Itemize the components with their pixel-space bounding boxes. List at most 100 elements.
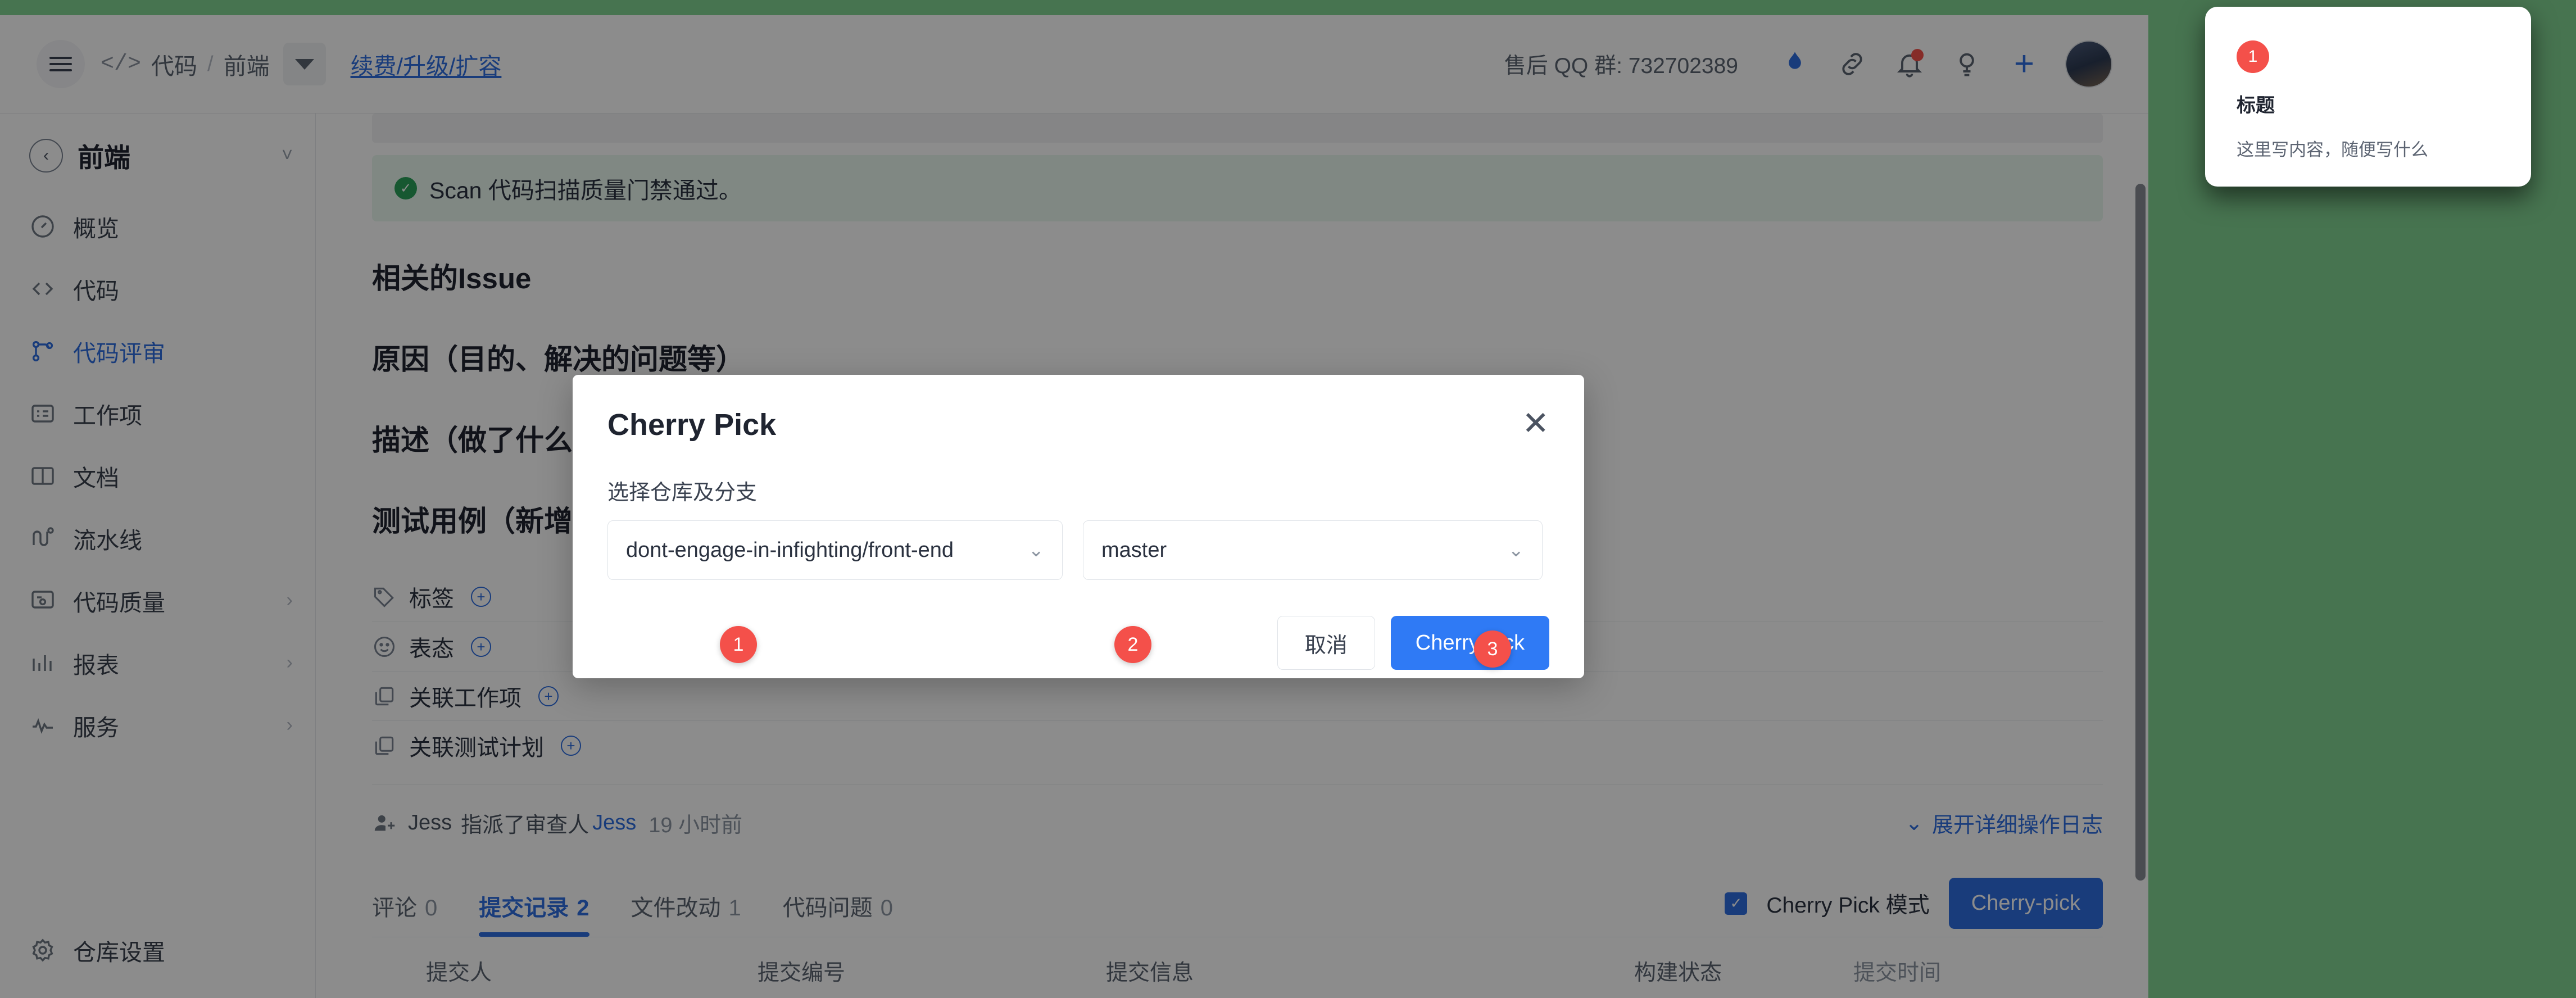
tab-label: 评论	[372, 896, 417, 920]
cherry-pick-mode-checkbox[interactable]: ✓	[1725, 892, 1748, 915]
tab-count: 2	[577, 896, 589, 920]
plus-icon[interactable]: +	[2000, 40, 2048, 88]
sidebar-item-docs[interactable]: 文档	[0, 444, 315, 507]
link-items-icon	[372, 733, 397, 758]
sidebar-item-label: 工作项	[73, 402, 142, 429]
breadcrumb-root[interactable]: 代码	[151, 47, 197, 81]
branch-select[interactable]: master ⌄	[1083, 520, 1543, 580]
merge-request-icon	[29, 338, 56, 365]
cancel-button[interactable]: 取消	[1277, 616, 1375, 670]
code-icon	[29, 275, 56, 302]
tab-comments[interactable]: 评论 0	[372, 890, 437, 937]
chevron-down-icon: ⌄	[1508, 539, 1525, 561]
chevron-down-icon[interactable]	[283, 43, 326, 85]
branch-select-value: master	[1101, 538, 1167, 562]
sidebar-item-label: 代码	[73, 278, 119, 304]
expand-detail-log-link[interactable]: ⌄ 展开详细操作日志	[1905, 808, 2103, 838]
add-icon[interactable]: +	[561, 735, 581, 756]
add-icon[interactable]: +	[538, 686, 559, 706]
tab-commits[interactable]: 提交记录 2	[479, 890, 589, 937]
bell-icon[interactable]	[1885, 40, 1934, 88]
chevron-down-icon[interactable]: ˅	[282, 144, 293, 166]
table-header-row: 提交人 提交编号 提交信息 构建状态 提交时间	[372, 937, 2103, 998]
tabs: 评论 0 提交记录 2 文件改动 1 代码问题 0 ✓ Cherry Pick 模式 C…	[372, 878, 2103, 937]
upgrade-link[interactable]: 续费/升级/扩容	[351, 47, 502, 81]
step-badge-3: 3	[1474, 630, 1511, 668]
section-heading-issue: 相关的Issue	[372, 262, 532, 294]
confirm-cherry-pick-button[interactable]: Cherry-pick	[1390, 616, 1549, 670]
sidebar-item-label: 文档	[73, 465, 119, 491]
tab-label: 文件改动	[631, 896, 721, 920]
add-icon[interactable]: +	[471, 636, 491, 657]
meta-row-label: 关联工作项	[409, 686, 521, 711]
top-bar: </> 代码 / 前端 续费/升级/扩容 售后 QQ 群: 732702389 …	[0, 15, 2148, 114]
tabs-right-actions: ✓ Cherry Pick 模式 Cherry-pick	[1725, 878, 2103, 937]
sidebar-project-title: 前端	[78, 143, 130, 173]
tooltip-title: 标题	[2237, 95, 2275, 116]
activity-target[interactable]: Jess	[592, 811, 636, 835]
sidebar-item-services[interactable]: 服务 ›	[0, 694, 315, 756]
cloud-icon[interactable]	[1771, 40, 1819, 88]
close-icon[interactable]: ✕	[1522, 407, 1549, 440]
sidebar-item-work-items[interactable]: 工作项	[0, 382, 315, 444]
sidebar-item-repo-settings[interactable]: 仓库设置	[0, 919, 315, 981]
commits-table: 提交人 提交编号 提交信息 构建状态 提交时间 ✓ Ka Katherine	[372, 937, 2103, 998]
dialog-header: Cherry Pick ✕	[607, 375, 1549, 442]
pipeline-icon	[29, 525, 56, 552]
dialog-fields: dont-engage-in-infighting/front-end ⌄ ma…	[607, 520, 1549, 580]
tooltip-step-badge: 1	[2237, 40, 2269, 73]
qq-group-text: 售后 QQ 群: 732702389	[1504, 54, 1738, 78]
activity-actor: Jess	[408, 811, 452, 834]
sidebar-item-overview[interactable]: 概览	[0, 195, 315, 257]
tab-label: 提交记录	[479, 896, 569, 920]
sidebar-item-reports[interactable]: 报表 ›	[0, 632, 315, 694]
hamburger-icon[interactable]	[37, 40, 85, 88]
column-header-build-status: 构建状态	[1634, 961, 1722, 985]
tab-code-issues[interactable]: 代码问题 0	[783, 890, 893, 937]
meta-row-linked-test-plans[interactable]: 关联测试计划 +	[372, 720, 2103, 770]
pulse-icon	[29, 712, 56, 739]
sidebar-item-code-review[interactable]: 代码评审	[0, 320, 315, 382]
tag-icon	[372, 584, 397, 609]
app-window: </> 代码 / 前端 续费/升级/扩容 售后 QQ 群: 732702389 …	[0, 15, 2148, 998]
content-placeholder-block	[372, 114, 2103, 143]
sidebar-item-label: 代码质量	[73, 589, 165, 616]
meta-row-linked-work-items[interactable]: 关联工作项 +	[372, 671, 2103, 720]
chevron-down-icon: ⌄	[1028, 539, 1045, 561]
sidebar-item-label: 服务	[73, 714, 119, 741]
activity-action: 指派了审查人	[461, 814, 589, 837]
code-icon: </>	[101, 51, 142, 77]
column-header-time: 提交时间	[1853, 961, 1942, 985]
sidebar-item-code-quality[interactable]: 代码质量 ›	[0, 569, 315, 632]
sidebar-item-label: 报表	[73, 652, 119, 678]
chart-icon	[29, 650, 56, 677]
meta-row-label: 标签	[409, 587, 454, 611]
cherry-pick-button[interactable]: Cherry-pick	[1948, 878, 2103, 929]
quality-icon	[29, 587, 56, 614]
expand-detail-log-label: 展开详细操作日志	[1931, 814, 2103, 837]
avatar[interactable]	[2065, 40, 2112, 88]
gauge-icon	[29, 213, 56, 240]
sidebar-item-code[interactable]: 代码	[0, 257, 315, 320]
scrollbar-thumb[interactable]	[2135, 184, 2146, 881]
link-icon[interactable]	[1828, 40, 1876, 88]
chevron-down-icon: ⌄	[1905, 811, 1923, 835]
link-items-icon	[372, 684, 397, 709]
lightbulb-icon[interactable]	[1943, 40, 1991, 88]
sidebar-project-header[interactable]: ‹ 前端 ˅	[0, 114, 315, 195]
repository-select[interactable]: dont-engage-in-infighting/front-end ⌄	[607, 520, 1063, 580]
sidebar-item-pipeline[interactable]: 流水线	[0, 507, 315, 569]
repository-select-value: dont-engage-in-infighting/front-end	[626, 538, 954, 562]
tooltip-body: 这里写内容，随便写什么	[2237, 140, 2428, 160]
chevron-right-icon: ›	[286, 589, 293, 611]
activity-time: 19 小时前	[648, 814, 743, 837]
sidebar-item-label: 代码评审	[73, 340, 165, 366]
book-icon	[29, 462, 56, 489]
cherry-pick-mode-label: Cherry Pick 模式	[1766, 893, 1930, 918]
collapse-back-icon[interactable]: ‹	[29, 138, 63, 173]
notification-badge	[1911, 49, 1924, 61]
meta-row-label: 表态	[409, 636, 454, 661]
breadcrumb-project[interactable]: 前端	[224, 47, 270, 81]
add-icon[interactable]: +	[471, 587, 491, 607]
tab-file-changes[interactable]: 文件改动 1	[631, 890, 741, 937]
